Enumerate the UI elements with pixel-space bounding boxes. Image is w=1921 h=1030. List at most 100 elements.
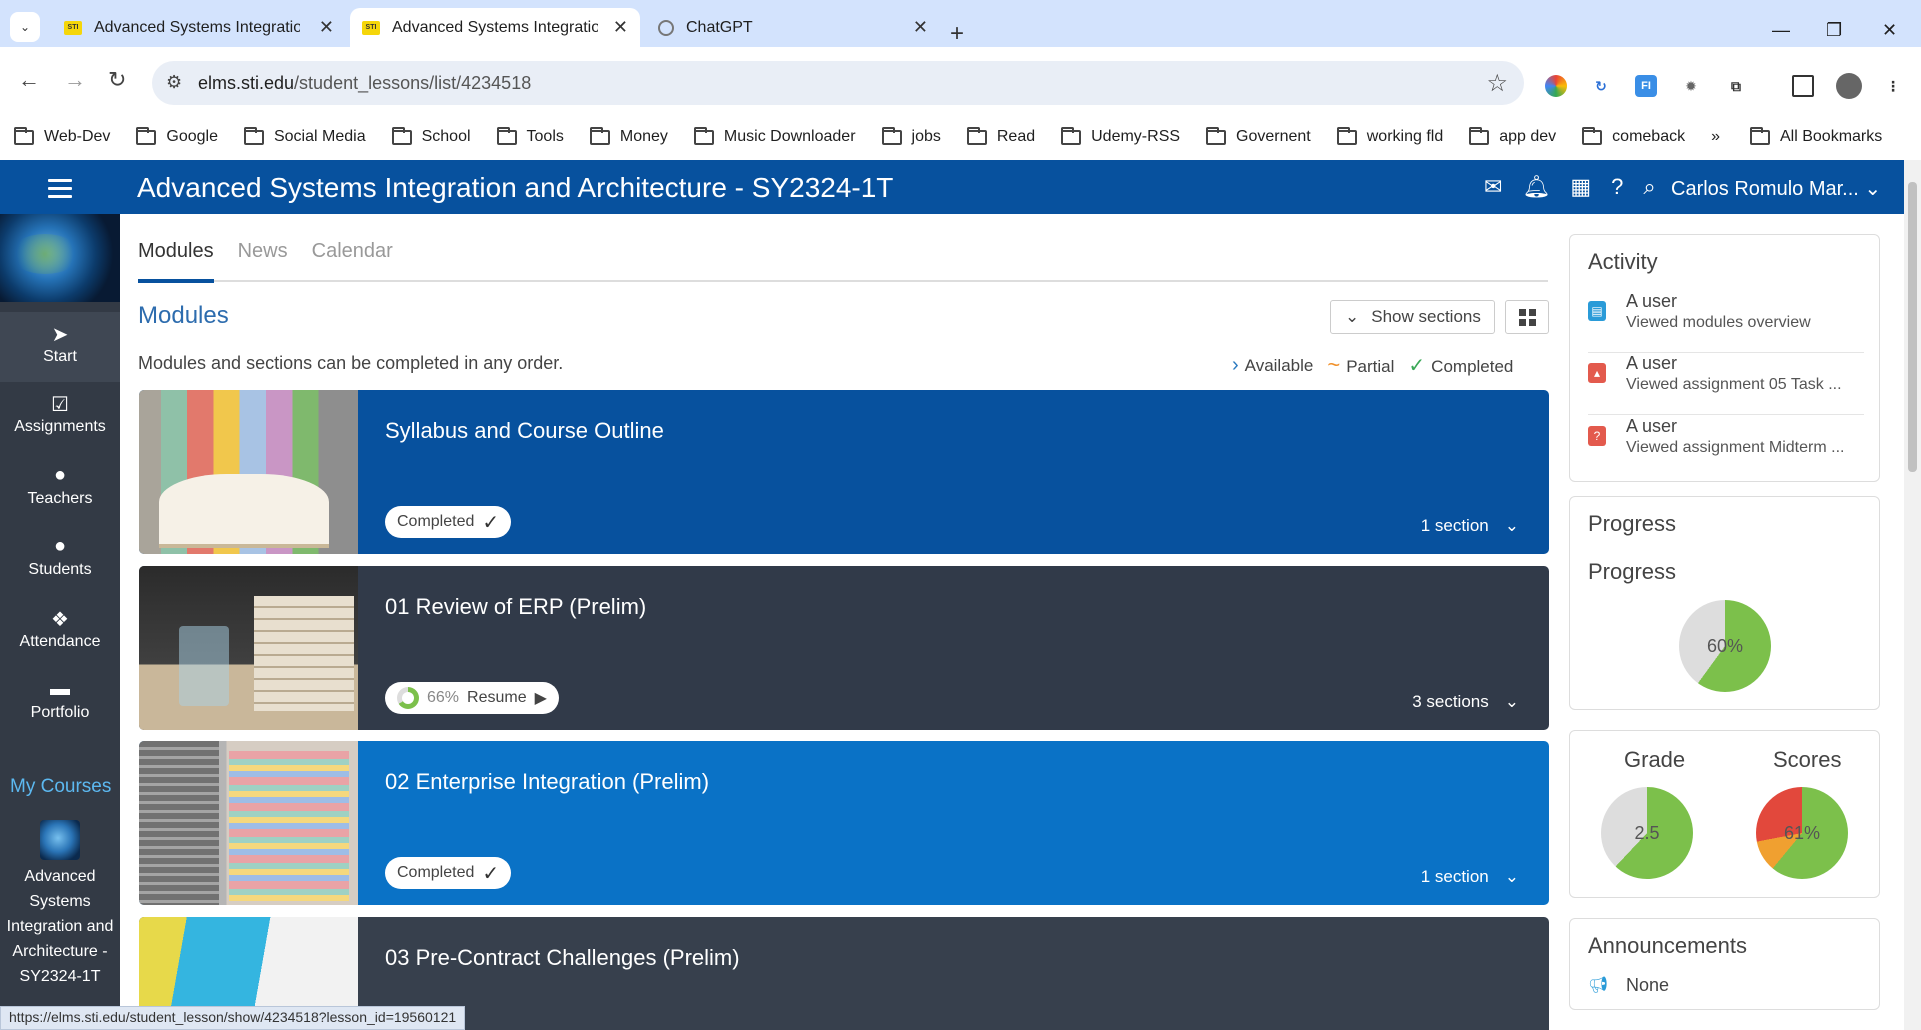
close-tab-icon[interactable]: ✕: [319, 17, 334, 38]
browser-tab-strip: ⌄ STI Advanced Systems Integration ✕ STI…: [0, 0, 1921, 47]
bookmark-star-icon[interactable]: ☆: [1486, 69, 1508, 98]
grade-label: Grade: [1624, 747, 1686, 772]
tab-news[interactable]: News: [238, 240, 288, 263]
folder-icon: [1469, 126, 1490, 145]
bookmark-folder[interactable]: Governent: [1206, 126, 1311, 146]
sidebar-item-start[interactable]: ➤ Start: [0, 312, 120, 382]
help-icon[interactable]: ?: [1611, 174, 1623, 200]
progress-title: Progress: [1588, 511, 1677, 536]
extension-icon[interactable]: FI: [1635, 75, 1657, 97]
folder-icon: [1582, 126, 1603, 145]
address-url[interactable]: elms.sti.edu/student_lessons/list/423451…: [198, 73, 531, 94]
bookmark-folder[interactable]: Tools: [496, 126, 564, 146]
bookmark-folder[interactable]: School: [391, 126, 471, 146]
tab-title: Advanced Systems Integration: [94, 18, 300, 36]
mail-icon[interactable]: ✉: [1484, 174, 1502, 200]
sti-favicon-icon: STI: [362, 20, 380, 35]
bell-icon[interactable]: 🔔︎: [1522, 174, 1550, 200]
bookmark-folder[interactable]: Social Media: [243, 126, 366, 146]
address-bar[interactable]: ⚙ elms.sti.edu/student_lessons/list/4234…: [152, 61, 1524, 105]
close-window-icon[interactable]: ✕: [1882, 20, 1897, 41]
sidebar-item-attendance[interactable]: ❖ Attendance: [0, 597, 120, 667]
new-tab-icon[interactable]: +: [950, 20, 964, 48]
check-icon: ✓: [1408, 354, 1426, 377]
tab-modules[interactable]: Modules: [138, 240, 214, 263]
laptop-thumbnail: [139, 741, 358, 905]
profile-avatar[interactable]: [1836, 73, 1862, 99]
show-sections-button[interactable]: ⌄ Show sections: [1330, 300, 1495, 334]
activity-item[interactable]: ? A user Viewed assignment Midterm ...: [1588, 416, 1864, 478]
section-count-toggle[interactable]: 1 section ⌄: [1421, 516, 1519, 536]
sidebar-item-assignments[interactable]: ☑ Assignments: [0, 382, 120, 452]
menu-kebab-icon[interactable]: ⋮: [1882, 75, 1904, 97]
module-title[interactable]: 03 Pre-Contract Challenges (Prelim): [385, 945, 740, 971]
module-card[interactable]: 02 Enterprise Integration (Prelim) Compl…: [139, 741, 1549, 905]
sidebar-item-portfolio[interactable]: ▬ Portfolio: [0, 668, 120, 738]
bookmark-folder[interactable]: Google: [136, 126, 218, 146]
sti-favicon-icon: STI: [64, 20, 82, 35]
bookmark-folder[interactable]: comeback: [1582, 126, 1685, 146]
bookmark-folder[interactable]: Music Downloader: [693, 126, 856, 146]
folder-icon: [391, 126, 412, 145]
app-header: Advanced Systems Integration and Archite…: [0, 160, 1904, 214]
activity-item[interactable]: ▴ A user Viewed assignment 05 Task ...: [1588, 353, 1864, 415]
extensions-puzzle-icon[interactable]: ⧉: [1725, 75, 1747, 97]
back-icon[interactable]: ←: [18, 67, 40, 93]
bookmark-folder[interactable]: Udemy-RSS: [1061, 126, 1180, 146]
extension-icon[interactable]: ↻: [1590, 75, 1612, 97]
reload-icon[interactable]: ↻: [108, 67, 126, 93]
close-tab-icon[interactable]: ✕: [613, 17, 628, 38]
browser-tab[interactable]: STI Advanced Systems Integration ✕: [52, 8, 346, 47]
browser-tab-active[interactable]: STI Advanced Systems Integration ✕: [350, 8, 640, 47]
announcements-title: Announcements: [1588, 933, 1747, 958]
hamburger-menu-icon[interactable]: [48, 179, 72, 198]
calendar-grid-icon[interactable]: ▦: [1570, 174, 1591, 200]
minimize-icon[interactable]: —: [1772, 20, 1790, 41]
my-courses-heading[interactable]: My Courses: [10, 776, 111, 798]
section-count-toggle[interactable]: 1 section ⌄: [1421, 867, 1519, 887]
browser-tab[interactable]: ChatGPT ✕: [646, 8, 940, 47]
bookmark-folder[interactable]: Money: [589, 126, 668, 146]
module-title[interactable]: 02 Enterprise Integration (Prelim): [385, 769, 709, 795]
module-title[interactable]: Syllabus and Course Outline: [385, 418, 664, 444]
activity-item[interactable]: ▤ A user Viewed modules overview: [1588, 291, 1864, 353]
sidebar-item-teachers[interactable]: ● Teachers: [0, 454, 120, 524]
chatgpt-favicon-icon: [658, 19, 674, 36]
scrollbar-thumb[interactable]: [1908, 182, 1917, 472]
module-title[interactable]: 01 Review of ERP (Prelim): [385, 594, 646, 620]
bookmark-folder[interactable]: working fld: [1336, 126, 1443, 146]
tab-search-button[interactable]: ⌄: [10, 12, 40, 42]
module-card[interactable]: Syllabus and Course Outline Completed ✓ 1…: [139, 390, 1549, 554]
close-tab-icon[interactable]: ✕: [913, 17, 928, 38]
color-picker-extension-icon[interactable]: [1545, 75, 1567, 97]
site-info-icon[interactable]: ⚙: [166, 72, 182, 93]
resume-button[interactable]: 66% Resume ▶: [385, 682, 559, 714]
course-link[interactable]: Advanced Systems Integration and Archite…: [0, 864, 120, 989]
module-card[interactable]: 01 Review of ERP (Prelim) 66% Resume ▶ 3…: [139, 566, 1549, 730]
folder-icon: [243, 126, 264, 145]
user-menu[interactable]: Carlos Romulo Mar... ⌄: [1671, 176, 1881, 201]
tab-calendar[interactable]: Calendar: [312, 240, 393, 263]
section-count-toggle[interactable]: 3 sections ⌄: [1412, 692, 1519, 712]
chevron-down-icon: ⌄: [1504, 692, 1519, 711]
restore-icon[interactable]: ❐: [1826, 20, 1842, 41]
side-panel-icon[interactable]: [1792, 75, 1814, 97]
forward-icon[interactable]: →: [64, 67, 86, 93]
folder-icon: [496, 126, 517, 145]
bookmark-folder[interactable]: Read: [966, 126, 1035, 146]
bookmark-folder[interactable]: Web-Dev: [14, 126, 110, 146]
navigate-icon: ➤: [51, 324, 69, 346]
check-icon: ✓: [482, 511, 500, 534]
grid-view-button[interactable]: [1505, 300, 1549, 334]
sidebar-item-students[interactable]: ● Students: [0, 525, 120, 595]
folder-icon: [14, 126, 34, 145]
page-scrollbar[interactable]: [1904, 160, 1921, 1030]
completed-badge: Completed ✓: [385, 857, 512, 889]
bug-extension-icon[interactable]: ✹: [1680, 75, 1702, 97]
search-icon[interactable]: ⌕: [1643, 174, 1655, 200]
all-bookmarks-button[interactable]: All Bookmarks: [1750, 126, 1882, 146]
bookmark-folder[interactable]: app dev: [1469, 126, 1556, 146]
bookmark-folder[interactable]: jobs: [881, 126, 941, 146]
more-bookmarks-button[interactable]: »: [1711, 128, 1720, 146]
course-thumbnail[interactable]: [40, 820, 80, 860]
